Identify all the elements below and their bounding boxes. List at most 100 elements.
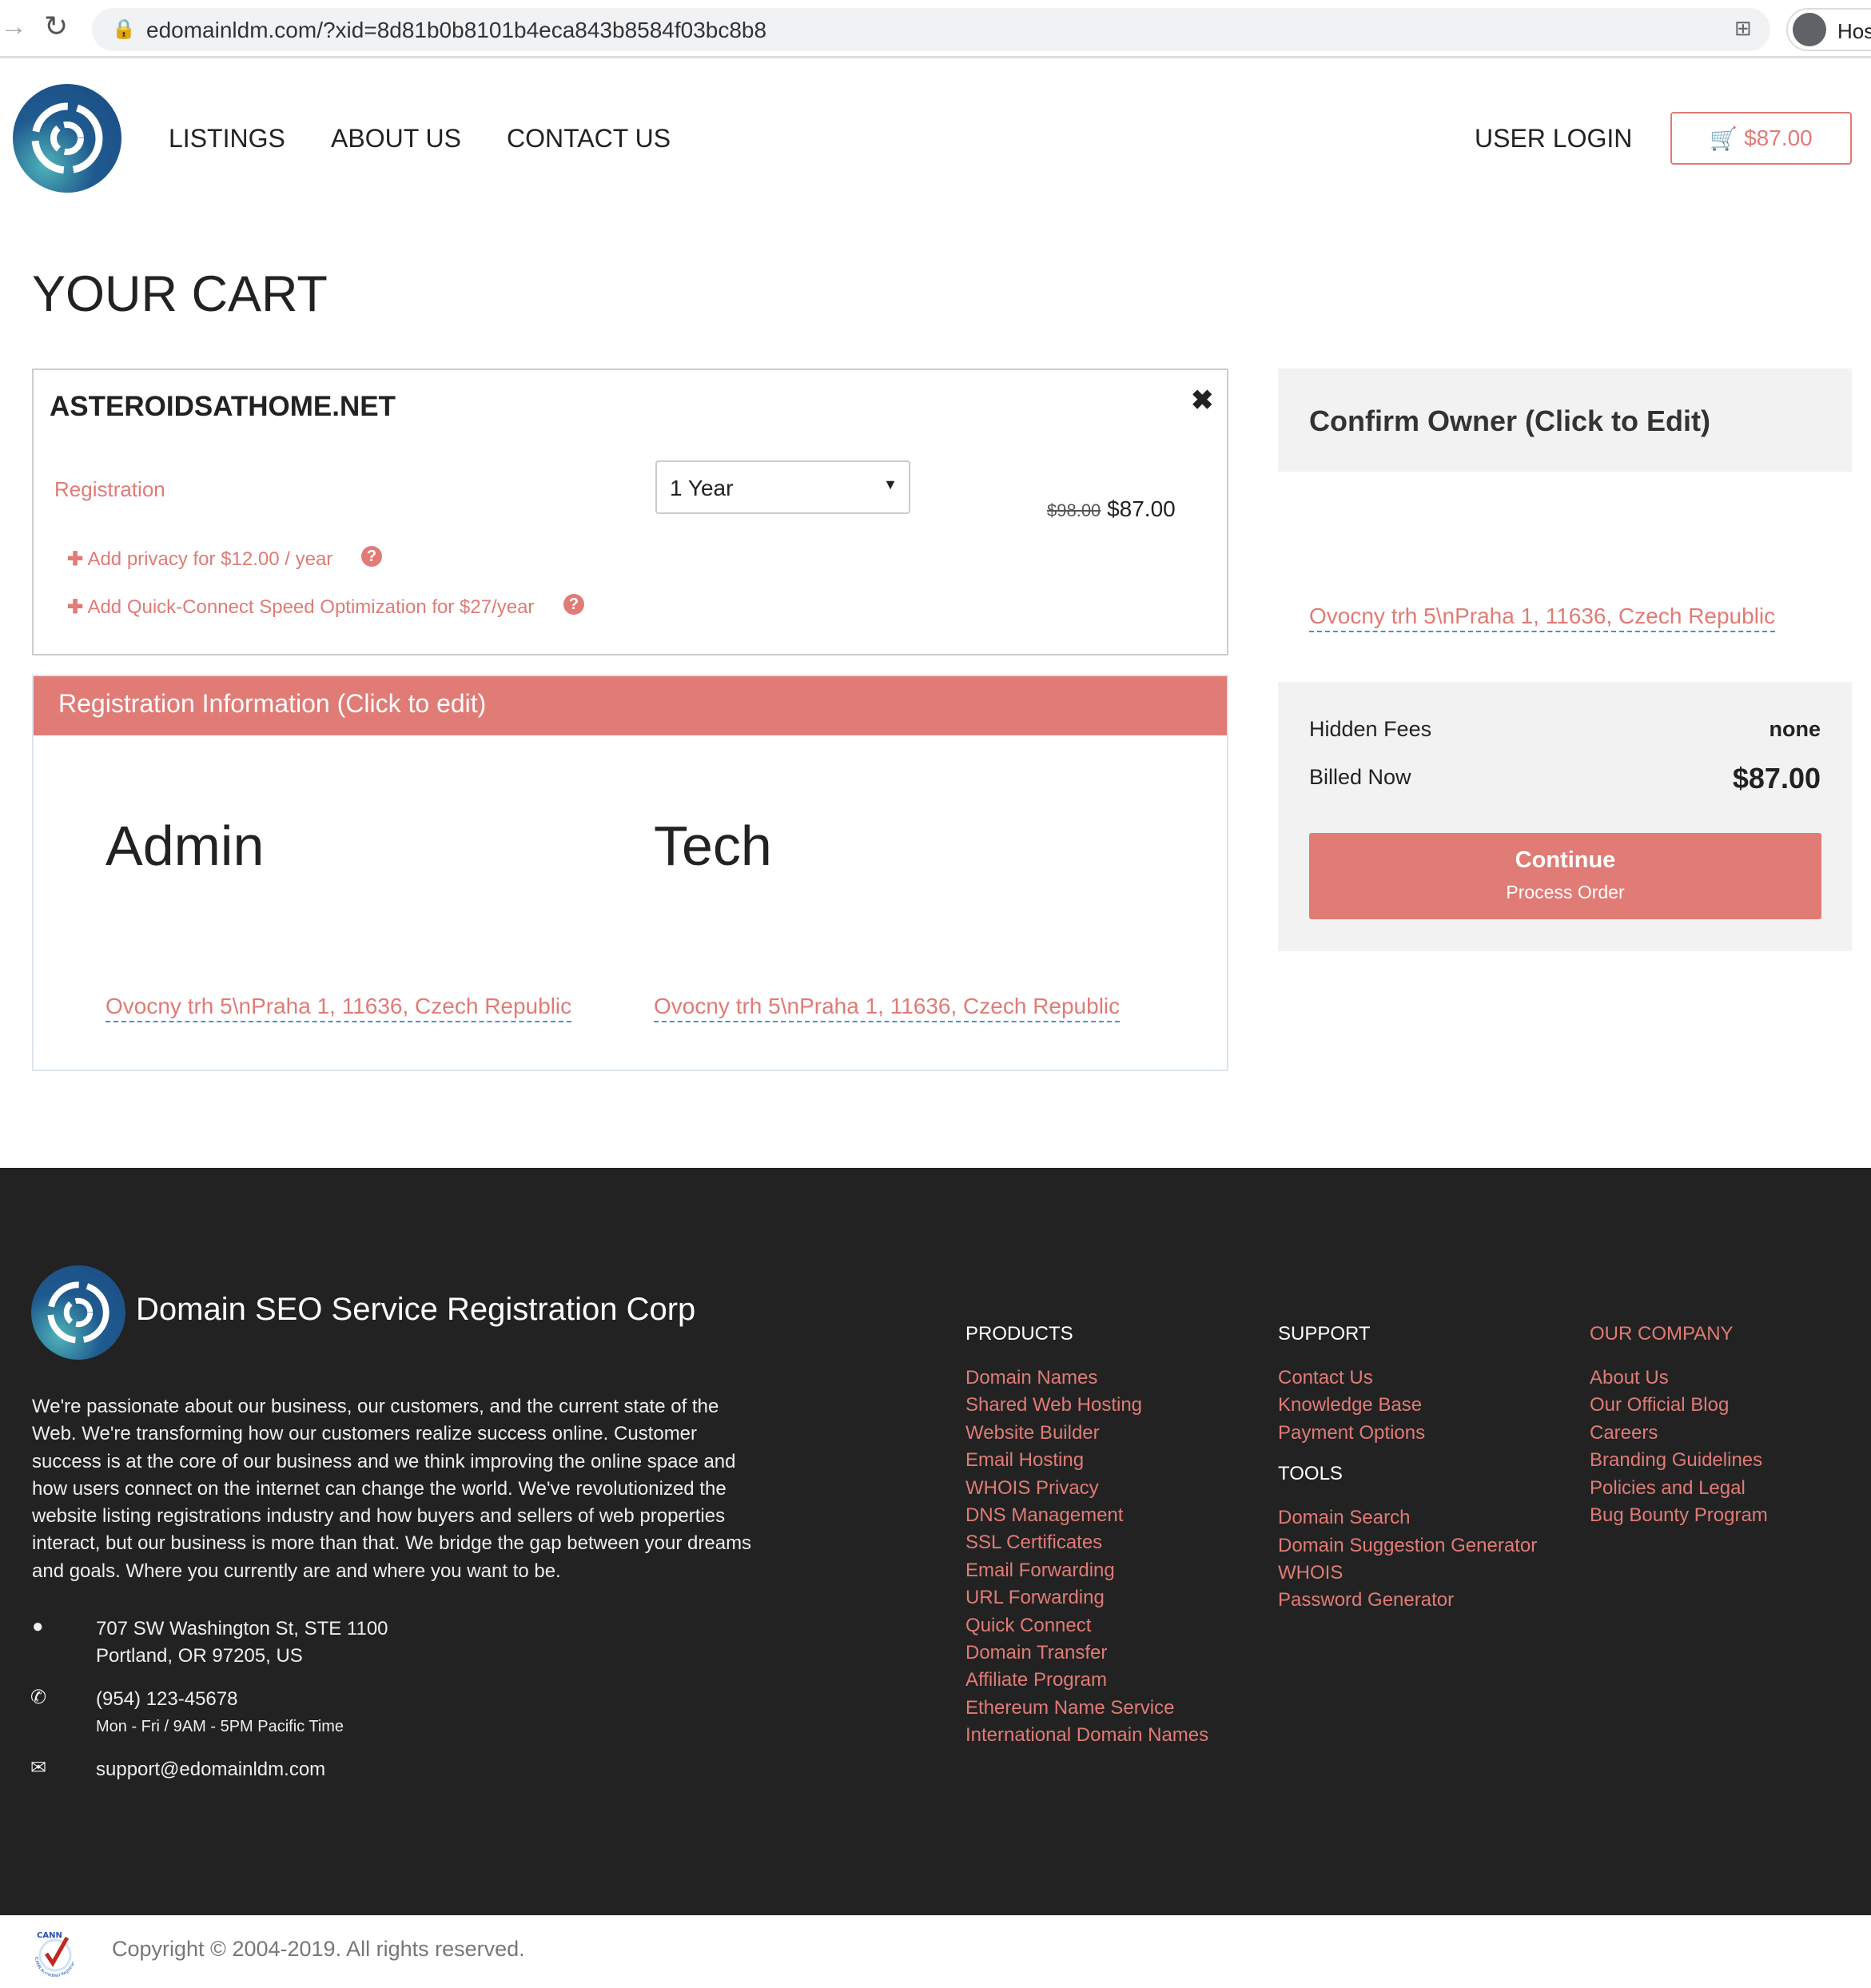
- cart-item: ASTEROIDSATHOME.NET ✖ Registration 1 Yea…: [32, 369, 1228, 655]
- billed-now-value: $87.00: [1732, 762, 1821, 795]
- footer-link[interactable]: Policies and Legal: [1590, 1475, 1768, 1502]
- address-bar[interactable]: 🔒 edomainldm.com/?xid=8d81b0b8101b4eca84…: [92, 8, 1770, 51]
- profile-label: Hos: [1837, 19, 1871, 43]
- footer-link[interactable]: WHOIS: [1278, 1560, 1537, 1587]
- footer-link[interactable]: Careers: [1590, 1420, 1768, 1447]
- owner-address[interactable]: Ovocny trh 5\nPraha 1, 11636, Czech Repu…: [1309, 604, 1776, 632]
- footer-logo: [31, 1265, 125, 1360]
- admin-address[interactable]: Ovocny trh 5\nPraha 1, 11636, Czech Repu…: [105, 994, 572, 1022]
- cart-icon: 🛒: [1710, 125, 1738, 151]
- confirm-owner-title[interactable]: Confirm Owner (Click to Edit): [1309, 404, 1710, 438]
- tech-address[interactable]: Ovocny trh 5\nPraha 1, 11636, Czech Repu…: [654, 994, 1121, 1022]
- footer-about: We're passionate about our business, our…: [32, 1396, 752, 1582]
- hidden-fees-value: none: [1769, 717, 1821, 741]
- address-line-1: 707 SW Washington St, STE 1100: [96, 1618, 388, 1639]
- footer-link[interactable]: URL Forwarding: [965, 1584, 1208, 1612]
- page-title: YOUR CART: [32, 266, 328, 322]
- plus-icon: ✚: [67, 548, 84, 570]
- company-heading: OUR COMPANY: [1590, 1323, 1734, 1345]
- footer-link[interactable]: Website Builder: [965, 1420, 1208, 1447]
- admin-title: Admin: [105, 815, 265, 877]
- footer-link[interactable]: Our Official Blog: [1590, 1392, 1768, 1419]
- support-email[interactable]: support@edomainldm.com: [96, 1759, 325, 1781]
- footer-link[interactable]: Payment Options: [1278, 1420, 1537, 1447]
- footer-link[interactable]: Email Hosting: [965, 1447, 1208, 1474]
- add-quick-connect-link[interactable]: ✚ Add Quick-Connect Speed Optimization f…: [67, 596, 534, 619]
- footer-link[interactable]: Branding Guidelines: [1590, 1447, 1768, 1474]
- user-login-link[interactable]: USER LOGIN: [1475, 124, 1632, 153]
- email-icon: ✉: [30, 1757, 47, 1779]
- footer-link[interactable]: DNS Management: [965, 1502, 1208, 1529]
- footer-link[interactable]: Ethereum Name Service: [965, 1695, 1208, 1722]
- address-line-2: Portland, OR 97205, US: [96, 1645, 303, 1667]
- add-privacy-label: Add privacy for $12.00 / year: [87, 548, 333, 570]
- tools-heading: TOOLS: [1278, 1463, 1343, 1485]
- translate-icon[interactable]: ⊞: [1734, 16, 1752, 41]
- cart-total: $87.00: [1744, 125, 1813, 150]
- domain-name: ASTEROIDSATHOME.NET: [50, 391, 396, 422]
- forward-icon[interactable]: →: [0, 11, 27, 42]
- continue-sublabel: Process Order: [1506, 882, 1625, 902]
- footer-link[interactable]: Quick Connect: [965, 1612, 1208, 1639]
- cart-button[interactable]: 🛒 $87.00: [1670, 112, 1852, 165]
- footer-link[interactable]: International Domain Names: [965, 1722, 1208, 1749]
- site-logo[interactable]: [13, 84, 121, 193]
- footer-link[interactable]: Bug Bounty Program: [1590, 1502, 1768, 1529]
- nav-contact-us[interactable]: CONTACT US: [507, 124, 671, 153]
- footer-link[interactable]: Domain Suggestion Generator: [1278, 1532, 1537, 1560]
- svg-text:CANN: CANN: [37, 1931, 62, 1940]
- nav-about-us[interactable]: ABOUT US: [331, 124, 461, 153]
- copyright: Copyright © 2004-2019. All rights reserv…: [112, 1937, 525, 1961]
- continue-button[interactable]: Continue Process Order: [1309, 833, 1821, 919]
- phone-icon: ✆: [30, 1687, 47, 1708]
- footer-link[interactable]: Affiliate Program: [965, 1667, 1208, 1694]
- footer-link[interactable]: Password Generator: [1278, 1587, 1537, 1614]
- term-selected: 1 Year: [670, 476, 734, 500]
- profile-button[interactable]: Hos: [1786, 8, 1871, 51]
- business-hours: Mon - Fri / 9AM - 5PM Pacific Time: [96, 1718, 344, 1735]
- footer-link[interactable]: Domain Names: [965, 1365, 1208, 1392]
- support-heading: SUPPORT: [1278, 1323, 1371, 1345]
- dropdown-caret-icon: ▼: [883, 476, 898, 492]
- footer-brand: Domain SEO Service Registration Corp: [136, 1292, 696, 1327]
- footer-link[interactable]: Contact Us: [1278, 1365, 1537, 1392]
- lock-icon: 🔒: [112, 18, 136, 40]
- browser-toolbar: → ↻ 🔒 edomainldm.com/?xid=8d81b0b8101b4e…: [0, 0, 1871, 58]
- footer-link[interactable]: Domain Transfer: [965, 1639, 1208, 1667]
- tech-title: Tech: [654, 815, 772, 877]
- continue-label: Continue: [1515, 847, 1616, 873]
- footer-link[interactable]: About Us: [1590, 1365, 1768, 1392]
- products-heading: PRODUCTS: [965, 1323, 1073, 1345]
- old-price: $98.00: [1047, 500, 1101, 520]
- order-summary: Hidden Fees none Billed Now $87.00 Conti…: [1278, 682, 1852, 951]
- reload-icon[interactable]: ↻: [44, 10, 68, 43]
- hidden-fees-label: Hidden Fees: [1309, 717, 1432, 741]
- avatar-icon: [1793, 13, 1826, 46]
- footer-link[interactable]: SSL Certificates: [965, 1529, 1208, 1556]
- term-select[interactable]: 1 Year ▼: [655, 460, 910, 514]
- billed-now-label: Billed Now: [1309, 765, 1411, 789]
- price: $98.00 $87.00: [1047, 496, 1176, 522]
- location-icon: ●: [32, 1615, 44, 1637]
- add-quick-connect-label: Add Quick-Connect Speed Optimization for…: [87, 596, 535, 618]
- confirm-owner-panel[interactable]: Confirm Owner (Click to Edit): [1278, 369, 1852, 472]
- item-type-label: Registration: [54, 477, 165, 501]
- footer: Domain SEO Service Registration Corp We'…: [0, 1168, 1871, 1915]
- footer-link[interactable]: Email Forwarding: [965, 1557, 1208, 1584]
- registration-header[interactable]: Registration Information (Click to edit): [34, 676, 1227, 735]
- nav-listings[interactable]: LISTINGS: [169, 124, 285, 153]
- remove-item-icon[interactable]: ✖: [1191, 384, 1214, 416]
- footer-link[interactable]: Knowledge Base: [1278, 1392, 1537, 1419]
- help-icon[interactable]: ?: [563, 594, 584, 615]
- current-price: $87.00: [1107, 496, 1176, 521]
- footer-link[interactable]: Domain Search: [1278, 1504, 1537, 1532]
- add-privacy-link[interactable]: ✚ Add privacy for $12.00 / year: [67, 548, 332, 571]
- footer-link[interactable]: Shared Web Hosting: [965, 1392, 1208, 1419]
- help-icon[interactable]: ?: [361, 546, 382, 567]
- phone-number: (954) 123-45678: [96, 1688, 238, 1710]
- footer-link[interactable]: WHOIS Privacy: [965, 1475, 1208, 1502]
- plus-icon: ✚: [67, 596, 84, 618]
- icann-logo: CANN ICANN Accredited Registrar: [34, 1931, 76, 1978]
- support-column: SUPPORT Contact Us Knowledge Base Payment …: [1278, 1323, 1537, 1615]
- url-text: edomainldm.com/?xid=8d81b0b8101b4eca843b…: [146, 18, 767, 42]
